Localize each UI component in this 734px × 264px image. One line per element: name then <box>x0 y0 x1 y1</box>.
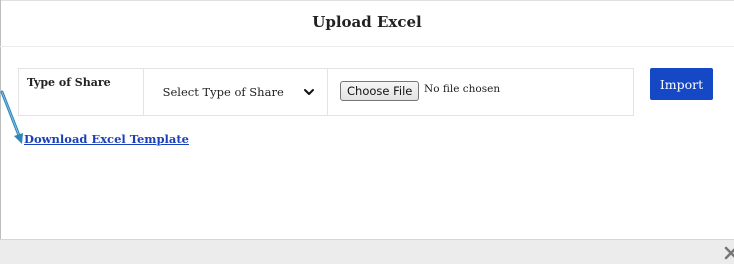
dialog-title: Upload Excel <box>0 0 734 47</box>
chevron-down-icon <box>303 89 314 95</box>
type-of-share-select[interactable]: Select Type of Share <box>148 75 321 109</box>
choose-file-button[interactable]: Choose File <box>340 81 420 101</box>
import-button[interactable]: Import <box>650 68 713 100</box>
file-status-text: No file chosen <box>424 83 501 95</box>
type-of-share-label: Type of Share <box>27 76 111 89</box>
file-input-cell: Choose File No file chosen <box>328 69 633 115</box>
close-icon[interactable] <box>724 245 734 261</box>
upload-excel-dialog: Upload Excel Type of Share Select Type o… <box>0 0 734 264</box>
select-value: Select Type of Share <box>162 85 284 99</box>
upload-form-row: Type of Share Select Type of Share Choos… <box>18 68 634 116</box>
dialog-footer <box>0 239 734 264</box>
type-of-share-cell: Type of Share <box>19 69 144 115</box>
type-of-share-select-cell: Select Type of Share <box>144 69 328 115</box>
download-excel-template-link[interactable]: Download Excel Template <box>24 132 189 146</box>
